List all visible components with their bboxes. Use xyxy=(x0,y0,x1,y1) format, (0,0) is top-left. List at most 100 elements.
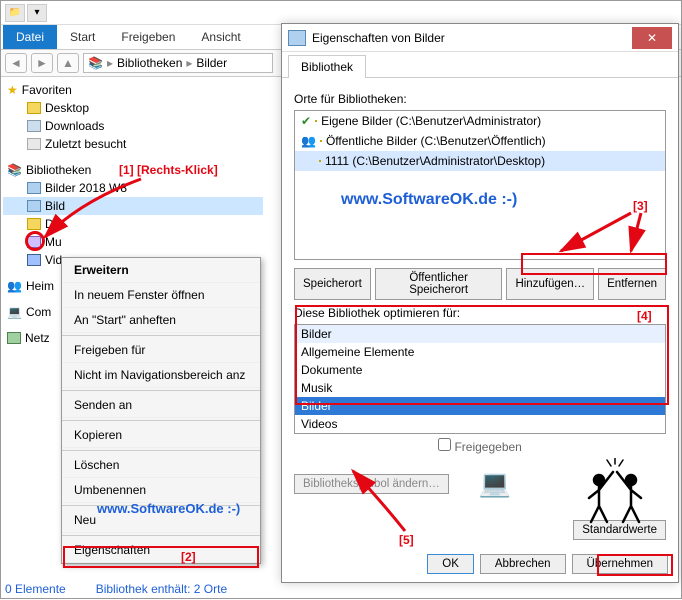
check-icon: ✔ xyxy=(301,114,311,128)
annotation-4: [4] xyxy=(637,309,652,323)
users-icon: 👥 xyxy=(301,134,316,148)
opt-pictures[interactable]: Bilder xyxy=(295,397,665,415)
tab-file[interactable]: Datei xyxy=(3,25,57,49)
folder-icon xyxy=(315,120,317,122)
opt-videos[interactable]: Videos xyxy=(295,415,665,433)
crumb-seg1[interactable]: Bibliotheken xyxy=(117,56,182,70)
folder-icon xyxy=(319,160,321,162)
tab-share[interactable]: Freigeben xyxy=(108,25,188,49)
star-icon: ★ xyxy=(7,83,18,97)
stick-figures-icon xyxy=(581,458,651,528)
btn-add[interactable]: Hinzufügen… xyxy=(506,268,594,300)
loc2[interactable]: Öffentliche Bilder (C:\Benutzer\Öffentli… xyxy=(326,134,546,148)
tab-library[interactable]: Bibliothek xyxy=(288,55,366,78)
computer-icon: 💻 xyxy=(7,305,22,319)
nav-homegroup[interactable]: Heim xyxy=(26,279,54,293)
btn-cancel[interactable]: Abbrechen xyxy=(480,554,566,574)
btn-storage[interactable]: Speicherort xyxy=(294,268,371,300)
nav-bilder[interactable]: Bild xyxy=(45,199,65,213)
documents-icon xyxy=(27,218,41,230)
separator xyxy=(62,390,260,391)
dropdown-icon[interactable]: ▾ xyxy=(27,4,47,22)
opt-general[interactable]: Allgemeine Elemente xyxy=(295,343,665,361)
status-elements: 0 Elemente xyxy=(5,582,66,596)
pictures-icon xyxy=(27,182,41,194)
ctx-delete[interactable]: Löschen xyxy=(62,453,260,478)
crumb-seg2[interactable]: Bilder xyxy=(196,56,227,70)
ctx-expand[interactable]: Erweitern xyxy=(62,258,260,283)
close-button[interactable]: ✕ xyxy=(632,27,672,49)
locations-label: Orte für Bibliotheken: xyxy=(294,92,666,106)
nav-bilder2018[interactable]: Bilder 2018 W8 xyxy=(45,181,127,195)
shared-checkbox[interactable] xyxy=(438,438,451,451)
nav-computer[interactable]: Com xyxy=(26,305,51,319)
nav-downloads[interactable]: Downloads xyxy=(45,119,104,133)
back-button[interactable]: ◄ xyxy=(5,53,27,73)
btn-remove[interactable]: Entfernen xyxy=(598,268,666,300)
tab-start[interactable]: Start xyxy=(57,25,108,49)
ctx-pin-start[interactable]: An "Start" anheften xyxy=(62,308,260,333)
dialog-title: Eigenschaften von Bilder xyxy=(312,31,445,45)
ctx-send-to[interactable]: Senden an xyxy=(62,393,260,418)
dialog-tabs: Bibliothek xyxy=(282,52,678,78)
btn-public-storage[interactable]: Öffentlicher Speicherort xyxy=(375,268,503,300)
nav-favorites[interactable]: Favoriten xyxy=(22,83,72,97)
dialog-titlebar: Eigenschaften von Bilder ✕ xyxy=(282,24,678,52)
up-button[interactable]: ▲ xyxy=(57,53,79,73)
optimize-select[interactable]: Bilder Allgemeine Elemente Dokumente Mus… xyxy=(294,324,666,434)
nav-documents[interactable]: Do xyxy=(45,217,60,231)
ctx-copy[interactable]: Kopieren xyxy=(62,423,260,448)
optimize-label: Diese Bibliothek optimieren für: xyxy=(294,306,666,320)
btn-ok[interactable]: OK xyxy=(427,554,474,574)
separator xyxy=(62,420,260,421)
loc3[interactable]: 1111 (C:\Benutzer\Administrator\Desktop) xyxy=(325,154,545,168)
breadcrumb[interactable]: 📚 ▸ Bibliotheken ▸ Bilder xyxy=(83,53,273,73)
annotation-5: [5] xyxy=(399,533,414,547)
annotation-2: [2] xyxy=(181,550,196,564)
opt-music[interactable]: Musik xyxy=(295,379,665,397)
homegroup-icon: 👥 xyxy=(7,279,22,293)
folder-icon xyxy=(320,140,322,142)
folder-icon: 📁 xyxy=(5,4,25,22)
ctx-share[interactable]: Freigeben für xyxy=(62,338,260,363)
ctx-rename[interactable]: Umbenennen xyxy=(62,478,260,503)
library-icon: 📚 xyxy=(88,56,103,70)
nav-videos[interactable]: Vid xyxy=(45,253,62,267)
pictures-icon xyxy=(288,30,306,46)
ctx-hide-nav[interactable]: Nicht im Navigationsbereich anz xyxy=(62,363,260,388)
annotation-circle-1 xyxy=(25,231,45,251)
nav-music[interactable]: Mu xyxy=(45,235,62,249)
ctx-properties[interactable]: Eigenschaften xyxy=(62,538,260,563)
nav-network[interactable]: Netz xyxy=(25,331,50,345)
videos-icon xyxy=(27,254,41,266)
loc1[interactable]: Eigene Bilder (C:\Benutzer\Administrator… xyxy=(321,114,541,128)
downloads-icon xyxy=(27,120,41,132)
quick-access-toolbar: 📁 ▾ xyxy=(1,1,681,25)
pictures-icon xyxy=(27,200,41,212)
status-bar: 0 Elemente Bibliothek enthält: 2 Orte xyxy=(5,582,227,596)
separator xyxy=(62,450,260,451)
separator xyxy=(62,535,260,536)
desktop-icon xyxy=(27,102,41,114)
libraries-icon: 📚 xyxy=(7,163,22,177)
opt-documents[interactable]: Dokumente xyxy=(295,361,665,379)
network-icon xyxy=(7,332,21,344)
nav-libraries[interactable]: Bibliotheken xyxy=(26,163,91,177)
btn-apply[interactable]: Übernehmen xyxy=(572,554,668,574)
nav-desktop[interactable]: Desktop xyxy=(45,101,89,115)
opt-selected[interactable]: Bilder xyxy=(295,325,665,343)
status-contains: Bibliothek enthält: 2 Orte xyxy=(96,582,227,596)
locations-list[interactable]: ✔ Eigene Bilder (C:\Benutzer\Administrato… xyxy=(294,110,666,260)
separator xyxy=(62,335,260,336)
chevron-right-icon: ▸ xyxy=(107,56,113,70)
watermark-small: www.SoftwareOK.de :-) xyxy=(97,501,240,516)
fwd-button[interactable]: ► xyxy=(31,53,53,73)
tab-view[interactable]: Ansicht xyxy=(188,25,253,49)
annotation-1: [1] [Rechts-Klick] xyxy=(119,163,218,177)
nav-recent[interactable]: Zuletzt besucht xyxy=(45,137,126,151)
shared-label: Freigegeben xyxy=(294,438,666,454)
btn-change-icon[interactable]: Bibliotheksymbol ändern… xyxy=(294,474,449,494)
context-menu: Erweitern In neuem Fenster öffnen An "St… xyxy=(61,257,261,564)
library-preview-icon: 💻 xyxy=(479,468,511,499)
ctx-new-window[interactable]: In neuem Fenster öffnen xyxy=(62,283,260,308)
